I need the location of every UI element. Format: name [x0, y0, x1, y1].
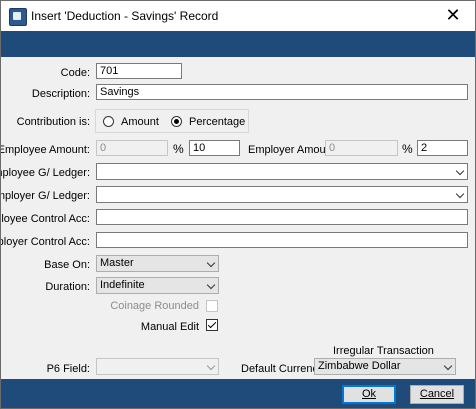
- description-field[interactable]: Savings: [96, 84, 468, 100]
- cancel-button[interactable]: Cancel: [410, 385, 464, 404]
- app-icon: [9, 8, 27, 26]
- ok-button-label: Ok: [361, 388, 377, 400]
- description-label: Description:: [31, 88, 90, 100]
- close-icon[interactable]: ✕: [431, 1, 475, 31]
- percentage-radio[interactable]: [171, 116, 182, 127]
- p6-field-label: P6 Field:: [46, 363, 90, 375]
- cancel-button-label: Cancel: [419, 388, 455, 400]
- employer-gl-dropdown[interactable]: [96, 186, 468, 203]
- chevron-down-icon[interactable]: [206, 280, 216, 290]
- duration-label: Duration:: [45, 281, 90, 293]
- chevron-down-icon[interactable]: [206, 361, 216, 371]
- employee-gl-dropdown[interactable]: [96, 163, 468, 180]
- default-currency-dropdown[interactable]: Zimbabwe Dollar: [314, 358, 456, 375]
- employer-control-label: Employer Control Acc:: [1, 236, 90, 248]
- employer-amount-field[interactable]: 0: [325, 140, 398, 156]
- duration-dropdown[interactable]: Indefinite: [96, 277, 219, 294]
- title-bar[interactable]: Insert 'Deduction - Savings' Record ✕: [1, 1, 475, 31]
- coinage-rounded-checkbox[interactable]: [206, 300, 218, 312]
- employee-gl-label: Employee G/ Ledger:: [1, 167, 90, 179]
- irregular-transaction-label: Irregular Transaction: [333, 345, 434, 357]
- p6-field-dropdown[interactable]: [96, 358, 219, 375]
- duration-value: Indefinite: [100, 279, 145, 291]
- ok-button[interactable]: Ok: [342, 385, 396, 404]
- code-label: Code:: [60, 67, 90, 79]
- footer-band: [1, 379, 475, 408]
- percentage-radio-label[interactable]: Percentage: [189, 116, 245, 128]
- employee-control-label: Employee Control Acc:: [1, 213, 90, 225]
- manual-edit-label: Manual Edit: [140, 321, 199, 333]
- employee-percent-symbol: %: [173, 142, 184, 156]
- manual-edit-checkbox[interactable]: [206, 319, 218, 331]
- base-on-label: Base On:: [44, 259, 90, 271]
- code-field[interactable]: 701: [96, 63, 182, 79]
- employer-control-field[interactable]: [96, 232, 468, 248]
- employer-percent-field[interactable]: 2: [417, 140, 468, 156]
- dialog-window: Insert 'Deduction - Savings' Record ✕ Co…: [0, 0, 476, 409]
- employer-gl-label: Employer G/ Ledger:: [1, 190, 90, 202]
- chevron-down-icon[interactable]: [443, 361, 453, 371]
- base-on-dropdown[interactable]: Master: [96, 255, 219, 272]
- employee-control-field[interactable]: [96, 209, 468, 225]
- coinage-rounded-label: Coinage Rounded: [110, 300, 199, 312]
- header-band: [1, 31, 475, 57]
- amount-radio[interactable]: [103, 116, 114, 127]
- amount-radio-label[interactable]: Amount: [121, 116, 159, 128]
- contribution-label: Contribution is:: [16, 116, 90, 128]
- default-currency-value: Zimbabwe Dollar: [318, 360, 401, 372]
- chevron-down-icon[interactable]: [455, 166, 465, 176]
- chevron-down-icon[interactable]: [455, 189, 465, 199]
- chevron-down-icon[interactable]: [206, 258, 216, 268]
- employer-percent-symbol: %: [402, 142, 413, 156]
- base-on-value: Master: [100, 257, 134, 269]
- employee-percent-field[interactable]: 10: [189, 140, 240, 156]
- employee-amount-field[interactable]: 0: [96, 140, 168, 156]
- window-title: Insert 'Deduction - Savings' Record: [31, 9, 219, 23]
- employee-amount-label: Employee Amount:: [0, 144, 90, 156]
